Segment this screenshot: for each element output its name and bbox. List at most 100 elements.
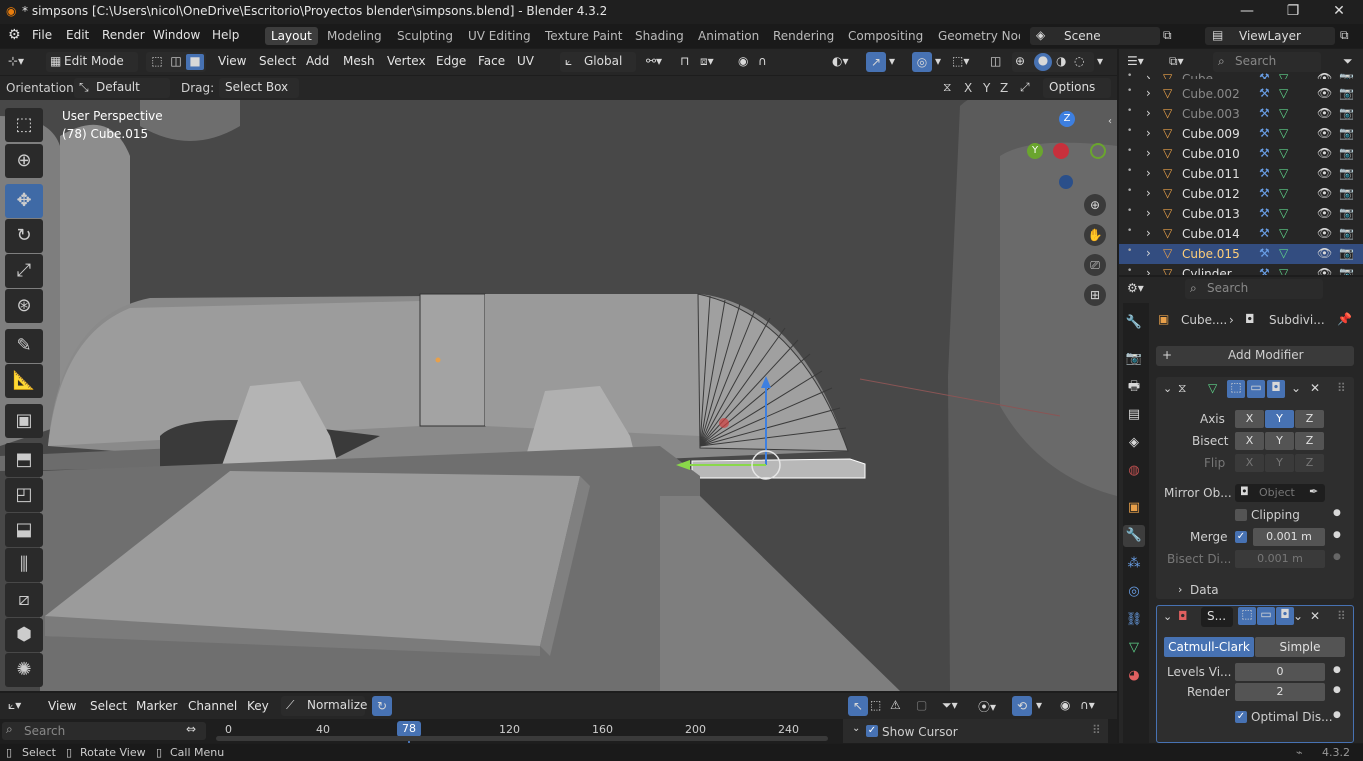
outliner-item-name[interactable]: Cube.011 bbox=[1182, 167, 1240, 181]
properties-search-input[interactable]: Search bbox=[1185, 279, 1323, 299]
shading-dropdown-icon[interactable]: ▾ bbox=[1097, 54, 1103, 68]
physics-tab-icon[interactable]: ◎ bbox=[1123, 581, 1145, 603]
visibility-icon[interactable]: ◐▾ bbox=[832, 54, 849, 68]
tab-geometry-nodes[interactable]: Geometry Node bbox=[932, 27, 1020, 45]
timeline-editor-icon[interactable]: ⟀▾ bbox=[8, 698, 21, 713]
keyframe-dot-icon[interactable]: ● bbox=[1333, 530, 1341, 540]
axis-x-toggle[interactable]: X bbox=[1235, 410, 1264, 428]
data-expand-icon[interactable]: › bbox=[1178, 583, 1182, 596]
snapping-icon[interactable]: ⦿▾ bbox=[978, 698, 996, 715]
timeline-menu-view[interactable]: View bbox=[48, 699, 76, 713]
expand-arrow-icon[interactable]: › bbox=[1146, 166, 1151, 180]
falloff-timeline-icon[interactable]: ∩▾ bbox=[1080, 698, 1095, 712]
gizmo-x-ball[interactable] bbox=[1053, 143, 1069, 159]
properties-editor-icon[interactable]: ⚙▾ bbox=[1127, 281, 1144, 295]
keyframe-dot-icon[interactable]: ● bbox=[1333, 710, 1341, 720]
tab-layout[interactable]: Layout bbox=[265, 27, 318, 45]
timeline-menu-select[interactable]: Select bbox=[90, 699, 127, 713]
world-tab-icon[interactable]: ◍ bbox=[1123, 460, 1145, 482]
zoom-icon[interactable]: ⊕ bbox=[1084, 194, 1106, 216]
camera-render-icon[interactable]: 📷 bbox=[1339, 126, 1354, 140]
particles-tab-icon[interactable]: ⁂ bbox=[1123, 553, 1145, 575]
flip-x-toggle[interactable]: X bbox=[1235, 454, 1264, 472]
flip-y-toggle[interactable]: Y bbox=[1265, 454, 1294, 472]
outliner-item-name[interactable]: Cylinder bbox=[1182, 267, 1232, 275]
viewport-menu-uv[interactable]: UV bbox=[517, 54, 534, 68]
timeline-menu-key[interactable]: Key bbox=[247, 699, 269, 713]
menu-window[interactable]: Window bbox=[153, 28, 200, 42]
vertex-select-icon[interactable]: ⬚ bbox=[148, 54, 166, 70]
eye-visibility-icon[interactable]: 👁 bbox=[1317, 226, 1332, 240]
add-cube-tool-icon[interactable]: ▣ bbox=[5, 404, 43, 438]
only-selected-icon[interactable]: ↖ bbox=[848, 696, 868, 716]
render-display-icon[interactable]: ◘ bbox=[1267, 380, 1285, 398]
outliner-item-name[interactable]: Cube bbox=[1182, 72, 1213, 79]
eye-visibility-icon[interactable]: 👁 bbox=[1317, 106, 1332, 120]
remove-modifier-icon[interactable]: ✕ bbox=[1310, 381, 1320, 395]
output-tab-icon[interactable]: 🖶 bbox=[1123, 376, 1145, 398]
modifier-menu-icon[interactable]: ⌄ bbox=[1293, 609, 1303, 623]
outliner-item-name[interactable]: Cube.013 bbox=[1182, 207, 1240, 221]
camera-render-icon[interactable]: 📷 bbox=[1339, 106, 1354, 120]
camera-render-icon[interactable]: 📷 bbox=[1339, 266, 1354, 275]
outliner-row[interactable]: • › ▽ Cube.009 ⚒ ▽ 👁 📷 bbox=[1119, 124, 1363, 144]
inset-tool-icon[interactable]: ◰ bbox=[5, 478, 43, 512]
outliner-row[interactable]: • › ▽ Cube.012 ⚒ ▽ 👁 📷 bbox=[1119, 184, 1363, 204]
eyedropper-icon[interactable]: ✒ bbox=[1309, 485, 1318, 498]
snap-toggle-icon[interactable]: ⊓ bbox=[680, 54, 689, 68]
modifier-tab-icon[interactable]: 🔧 bbox=[1123, 525, 1145, 547]
axis-z-toggle[interactable]: Z bbox=[1295, 410, 1324, 428]
flip-z-toggle[interactable]: Z bbox=[1295, 454, 1324, 472]
outliner-item-name[interactable]: Cube.015 bbox=[1182, 247, 1240, 261]
view-layer-tab-icon[interactable]: ▤ bbox=[1123, 404, 1145, 426]
view-options-icon[interactable]: ▢ bbox=[916, 698, 927, 712]
modifier-menu-icon[interactable]: ⌄ bbox=[1291, 381, 1301, 395]
eye-visibility-icon[interactable]: 👁 bbox=[1317, 246, 1332, 260]
render-levels-field[interactable]: 2 bbox=[1235, 683, 1325, 701]
extrude-tool-icon[interactable]: ⬒ bbox=[5, 443, 43, 477]
gizmo-toggle-icon[interactable]: ↗ bbox=[866, 52, 886, 72]
outliner-row[interactable]: • › ▽ Cube ⚒ ▽ 👁 📷 bbox=[1119, 69, 1363, 79]
levels-viewport-field[interactable]: 0 bbox=[1235, 663, 1325, 681]
expand-arrow-icon[interactable]: › bbox=[1146, 71, 1151, 79]
current-frame-indicator[interactable]: 78 bbox=[397, 721, 421, 737]
collapse-chevron-icon[interactable]: ⌄ bbox=[1163, 382, 1172, 395]
modifier-name-field[interactable]: S... bbox=[1201, 607, 1233, 627]
expand-arrow-icon[interactable]: › bbox=[1146, 106, 1151, 120]
eye-visibility-icon[interactable]: 👁 bbox=[1317, 71, 1332, 79]
outliner-row[interactable]: • › ▽ Cylinder ⚒ ▽ 👁 📷 bbox=[1119, 264, 1363, 275]
camera-render-icon[interactable]: 📷 bbox=[1339, 146, 1354, 160]
show-hidden-icon[interactable]: ⬚ bbox=[870, 698, 881, 712]
tab-animation[interactable]: Animation bbox=[692, 27, 765, 45]
options-dropdown[interactable]: Options bbox=[1043, 78, 1111, 98]
timeline-menu-marker[interactable]: Marker bbox=[136, 699, 177, 713]
outliner-item-name[interactable]: Cube.009 bbox=[1182, 127, 1240, 141]
clipping-checkbox[interactable] bbox=[1235, 509, 1247, 521]
move-tool-icon[interactable]: ✥ bbox=[5, 184, 43, 218]
gizmo-y-ball[interactable]: Y bbox=[1027, 143, 1043, 159]
outliner-row[interactable]: • › ▽ Cube.015 ⚒ ▽ 👁 📷 bbox=[1119, 244, 1363, 264]
camera-render-icon[interactable]: 📷 bbox=[1339, 226, 1354, 240]
edge-select-icon[interactable]: ◫ bbox=[167, 54, 185, 70]
filter-icon[interactable]: ⏷ bbox=[1343, 54, 1353, 69]
eye-visibility-icon[interactable]: 👁 bbox=[1317, 266, 1332, 275]
mirror-options-icon[interactable]: ⧖ bbox=[943, 80, 951, 95]
perspective-toggle-icon[interactable]: ⊞ bbox=[1084, 284, 1106, 306]
camera-render-icon[interactable]: 📷 bbox=[1339, 166, 1354, 180]
outliner-item-name[interactable]: Cube.010 bbox=[1182, 147, 1240, 161]
outliner-item-name[interactable]: Cube.012 bbox=[1182, 187, 1240, 201]
tab-rendering[interactable]: Rendering bbox=[767, 27, 840, 45]
expand-arrow-icon[interactable]: › bbox=[1146, 146, 1151, 160]
viewport-menu-add[interactable]: Add bbox=[306, 54, 329, 68]
material-tab-icon[interactable]: ◕ bbox=[1123, 665, 1145, 687]
camera-view-icon[interactable]: ⎚ bbox=[1084, 254, 1106, 276]
transform-tool-icon[interactable]: ⊛ bbox=[5, 289, 43, 323]
drag-handle-icon[interactable]: ⠿ bbox=[1337, 381, 1346, 395]
gizmo-neg-y-ball[interactable] bbox=[1090, 143, 1106, 159]
expand-arrow-icon[interactable]: › bbox=[1146, 266, 1151, 275]
rotate-tool-icon[interactable]: ↻ bbox=[5, 219, 43, 253]
keyframe-dot-icon[interactable]: ● bbox=[1333, 685, 1341, 695]
keyframe-dot-icon[interactable]: ● bbox=[1333, 552, 1341, 562]
auto-snap-icon[interactable]: ⟲ bbox=[1012, 696, 1032, 716]
eye-visibility-icon[interactable]: 👁 bbox=[1317, 146, 1332, 160]
